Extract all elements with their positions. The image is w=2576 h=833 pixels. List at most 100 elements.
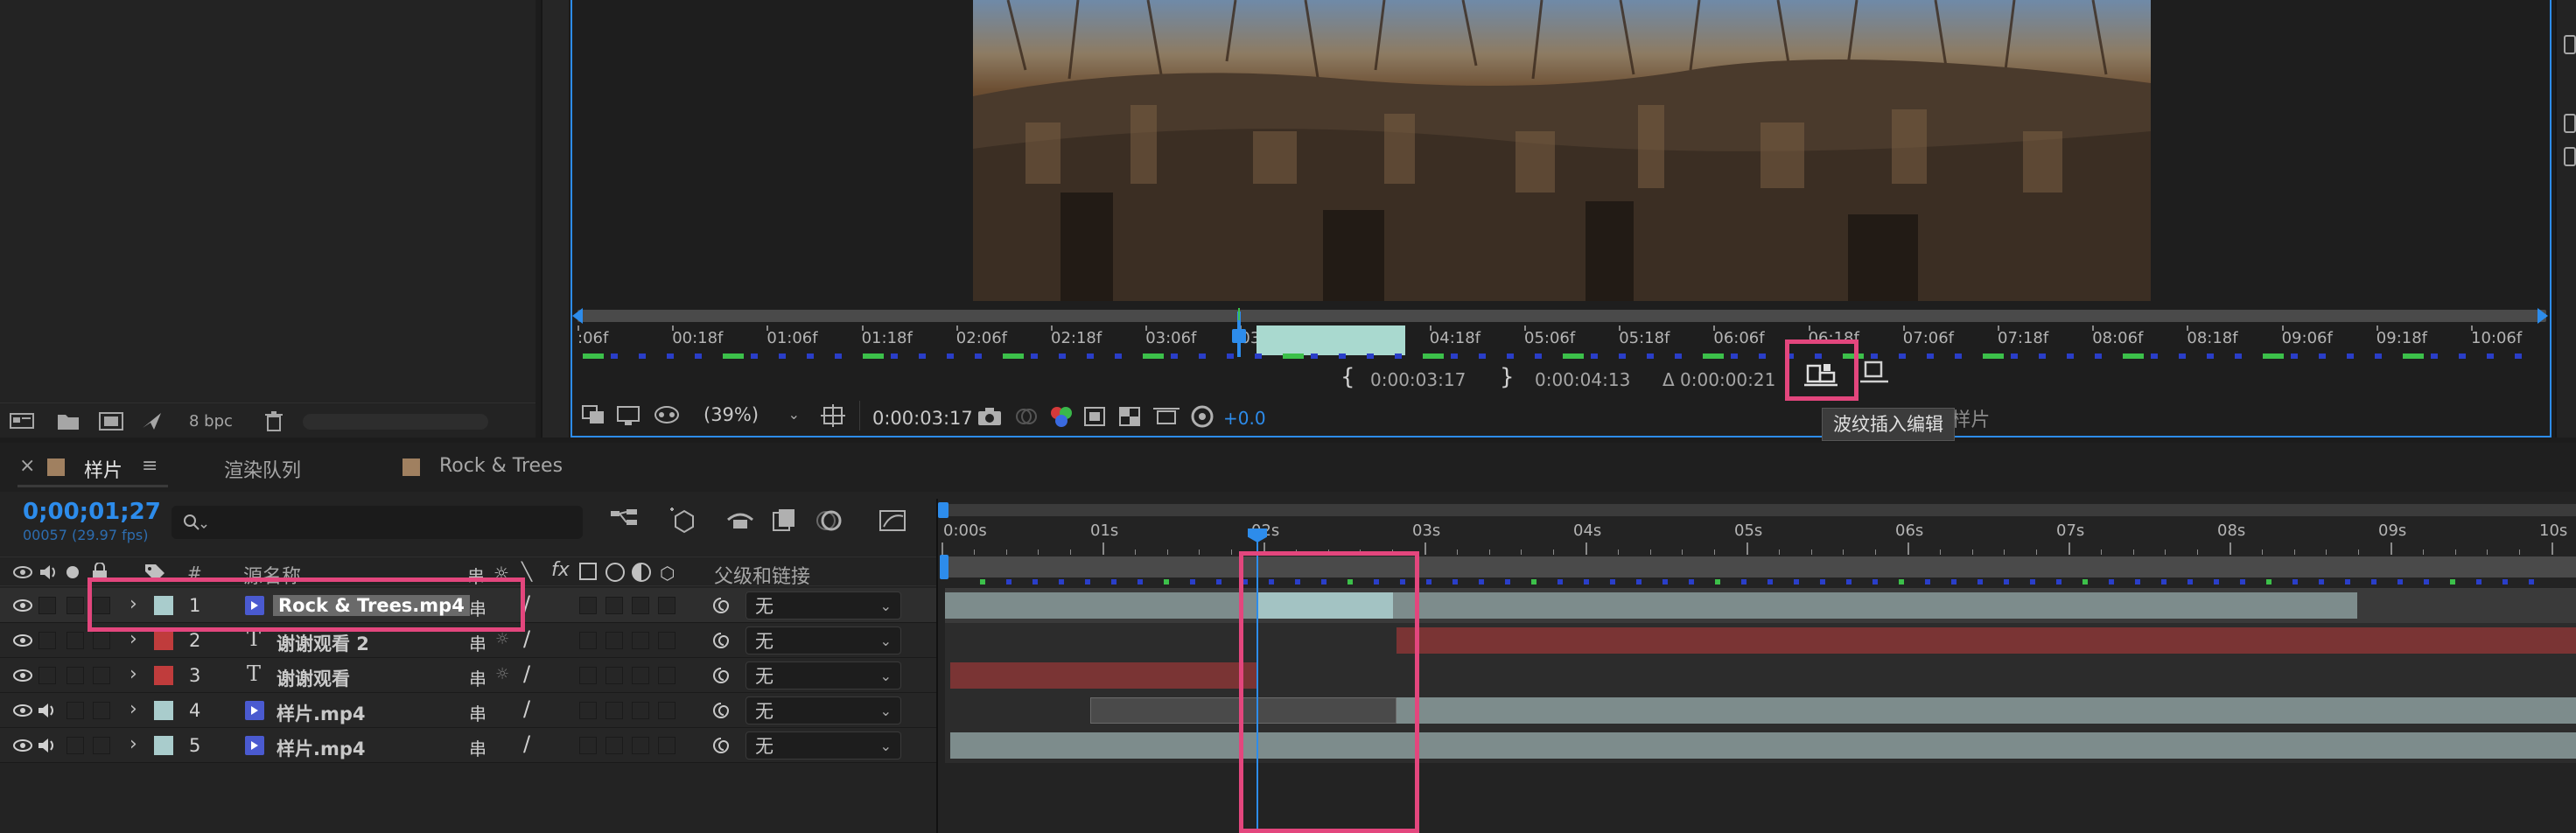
lock-toggle-box[interactable]: [93, 737, 110, 754]
viewer-range-end-handle[interactable]: [2538, 308, 2548, 324]
snapshot-camera-icon[interactable]: [976, 406, 1003, 427]
collapse-switch-icon[interactable]: ☼: [495, 665, 509, 683]
out-point-bracket-icon[interactable]: }: [1500, 364, 1515, 390]
render-queue-icon[interactable]: [140, 410, 164, 431]
overlay-edit-icon[interactable]: [1858, 359, 1894, 388]
mask-visibility-icon[interactable]: [653, 404, 681, 427]
lock-toggle-box[interactable]: [93, 702, 110, 719]
interpret-footage-icon[interactable]: [9, 410, 35, 431]
exposure-icon[interactable]: [1190, 404, 1214, 429]
current-time-field[interactable]: 0:00:03:17: [859, 401, 973, 430]
audio-speaker-icon[interactable]: [37, 738, 56, 753]
timeline-navigator[interactable]: [942, 504, 2576, 516]
layer-5-bar[interactable]: [950, 732, 2576, 759]
expand-chevron-icon[interactable]: ›: [130, 663, 137, 685]
adjustment-switch-box[interactable]: [632, 632, 649, 649]
show-snapshot-icon[interactable]: [1013, 406, 1040, 427]
audio-speaker-icon[interactable]: [37, 703, 56, 718]
parent-dropdown[interactable]: 无 ⌄: [746, 732, 901, 760]
layer-row[interactable]: › 5 样片.mp4 串 / 无 ⌄: [0, 728, 936, 763]
layer-3-bar[interactable]: [950, 662, 1256, 689]
layer-row[interactable]: › 3 T 谢谢观看串 ☼ / 无 ⌄: [0, 658, 936, 693]
solo-toggle-box[interactable]: [66, 632, 84, 649]
solo-toggle-box[interactable]: [66, 597, 84, 614]
shy-switch-icon[interactable]: 串: [469, 665, 486, 690]
3d-switch-box[interactable]: [658, 632, 676, 649]
layer-label-color[interactable]: [154, 666, 173, 685]
layer-name[interactable]: 样片.mp4: [276, 735, 366, 761]
motion-blur-switch-box[interactable]: [606, 702, 623, 719]
adjustment-switch-box[interactable]: [632, 702, 649, 719]
bpc-label[interactable]: 8 bpc: [189, 412, 233, 430]
new-folder-icon[interactable]: [56, 410, 80, 431]
layer-label-color[interactable]: [154, 736, 173, 755]
in-point-value[interactable]: 0:00:03:17: [1370, 369, 1466, 390]
adjustment-switch-box[interactable]: [632, 597, 649, 614]
primary-viewer-icon[interactable]: [616, 404, 642, 427]
frame-blending-icon[interactable]: [770, 508, 798, 534]
motion-blur-switch-box[interactable]: [606, 632, 623, 649]
work-area-start-handle[interactable]: [940, 555, 948, 579]
delete-icon[interactable]: [262, 410, 285, 433]
3d-switch-box[interactable]: [658, 667, 676, 684]
viewer-timeline-track[interactable]: [578, 310, 2546, 322]
layer-1-bar[interactable]: [945, 592, 2357, 619]
viewer-work-area[interactable]: [1256, 326, 1405, 355]
close-tab-icon[interactable]: ×: [19, 455, 35, 477]
motion-blur-switch-box[interactable]: [606, 597, 623, 614]
region-of-interest-icon[interactable]: [1083, 406, 1108, 427]
viewer-range-start-handle[interactable]: [572, 308, 583, 324]
shy-switch-icon[interactable]: 串: [469, 735, 486, 760]
pick-whip-icon[interactable]: [710, 595, 732, 616]
fx-switch-box[interactable]: [579, 702, 597, 719]
video-visibility-eye-icon[interactable]: [12, 738, 33, 752]
choose-grid-icon[interactable]: [821, 404, 847, 427]
adjustment-switch-box[interactable]: [632, 667, 649, 684]
timeline-current-time[interactable]: 0;00;01;27: [23, 499, 161, 525]
fx-switch-box[interactable]: [579, 667, 597, 684]
parent-dropdown[interactable]: 无 ⌄: [746, 626, 901, 654]
layer-row[interactable]: › 4 样片.mp4 串 / 无 ⌄: [0, 693, 936, 728]
motion-blur-switch-box[interactable]: [606, 737, 623, 754]
video-visibility-eye-icon[interactable]: [12, 668, 33, 682]
parent-dropdown[interactable]: 无 ⌄: [746, 592, 901, 620]
layer-search-input[interactable]: [172, 506, 583, 539]
audio-toggle-box[interactable]: [38, 597, 56, 614]
parent-dropdown[interactable]: 无 ⌄: [746, 696, 901, 724]
work-area-bar[interactable]: [943, 556, 2576, 578]
audio-toggle-box[interactable]: [38, 667, 56, 684]
timeline-time-ruler[interactable]: 0:00s01s02s03s04s05s06s07s08s09s10s: [942, 518, 2576, 555]
pick-whip-icon[interactable]: [710, 735, 732, 756]
video-visibility-eye-icon[interactable]: [12, 704, 33, 718]
layer-name[interactable]: 谢谢观看 2: [276, 630, 369, 656]
solo-header-icon[interactable]: [66, 566, 79, 578]
tab-rock-trees[interactable]: Rock & Trees: [439, 455, 563, 477]
exposure-value[interactable]: +0.0: [1223, 408, 1266, 429]
shy-switch-icon[interactable]: 串: [469, 700, 486, 725]
pick-whip-icon[interactable]: [710, 700, 732, 721]
solo-toggle-box[interactable]: [66, 667, 84, 684]
solo-toggle-box[interactable]: [66, 737, 84, 754]
audio-toggle-box[interactable]: [38, 632, 56, 649]
graph-editor-icon[interactable]: [878, 506, 908, 534]
video-visibility-eye-icon[interactable]: [12, 634, 33, 648]
shy-switch-icon[interactable]: 串: [469, 630, 486, 655]
pick-whip-icon[interactable]: [710, 630, 732, 651]
adjustment-switch-box[interactable]: [632, 737, 649, 754]
3d-view-icon[interactable]: [1153, 406, 1180, 427]
magnification-dropdown[interactable]: (39%) ⌄: [695, 401, 808, 430]
solo-toggle-box[interactable]: [66, 702, 84, 719]
3d-switch-box[interactable]: [658, 597, 676, 614]
pick-whip-icon[interactable]: [710, 665, 732, 686]
video-visibility-eye-icon[interactable]: [12, 598, 33, 612]
layer-2-bar[interactable]: [1396, 627, 2576, 654]
shy-layers-icon[interactable]: [724, 508, 756, 534]
3d-switch-box[interactable]: [658, 737, 676, 754]
out-point-value[interactable]: 0:00:04:13: [1535, 369, 1630, 390]
project-scrollbar[interactable]: [303, 414, 488, 430]
color-channels-icon[interactable]: [1048, 404, 1074, 429]
always-preview-icon[interactable]: [581, 404, 607, 427]
parent-dropdown[interactable]: 无 ⌄: [746, 662, 901, 690]
draft-3d-icon[interactable]: [667, 506, 698, 534]
tab-render-queue[interactable]: 渲染队列: [224, 455, 301, 483]
